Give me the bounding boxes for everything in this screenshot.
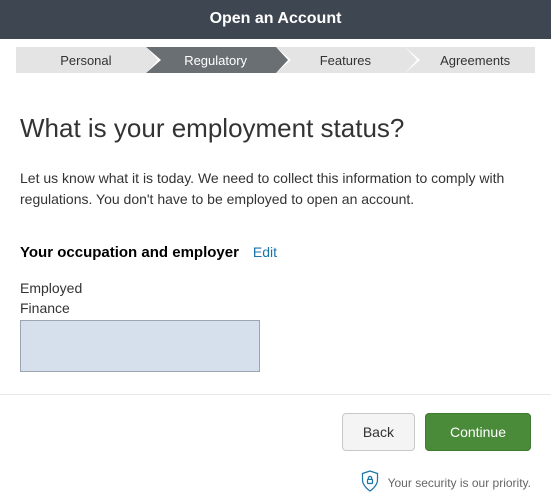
lock-shield-icon xyxy=(360,469,380,496)
continue-button[interactable]: Continue xyxy=(425,413,531,451)
employer-input[interactable] xyxy=(20,320,260,372)
step-label: Features xyxy=(320,53,371,68)
occupation-heading: Your occupation and employer xyxy=(20,244,239,261)
button-row: Back Continue xyxy=(20,413,531,451)
back-button[interactable]: Back xyxy=(342,413,415,451)
step-features[interactable]: Features xyxy=(276,47,406,73)
occupation-header-row: Your occupation and employer Edit xyxy=(20,244,531,261)
security-notice: Your security is our priority. xyxy=(20,469,531,496)
step-label: Personal xyxy=(60,53,111,68)
main-content: What is your employment status? Let us k… xyxy=(0,73,551,372)
security-text: Your security is our priority. xyxy=(388,476,531,490)
app-header: Open an Account xyxy=(0,0,551,39)
step-label: Regulatory xyxy=(184,53,247,68)
page-description: Let us know what it is today. We need to… xyxy=(20,168,531,210)
progress-steps: Personal Regulatory Features Agreements xyxy=(0,39,551,73)
page-title: What is your employment status? xyxy=(20,113,531,144)
step-personal[interactable]: Personal xyxy=(16,47,146,73)
employment-status-value: Employed xyxy=(20,279,531,299)
continue-button-label: Continue xyxy=(450,424,506,440)
step-label: Agreements xyxy=(440,53,510,68)
step-regulatory[interactable]: Regulatory xyxy=(146,47,276,73)
app-title: Open an Account xyxy=(210,10,342,27)
edit-link[interactable]: Edit xyxy=(253,244,277,260)
back-button-label: Back xyxy=(363,424,394,440)
step-agreements[interactable]: Agreements xyxy=(405,47,535,73)
industry-value: Finance xyxy=(20,299,531,319)
footer: Back Continue Your security is our prior… xyxy=(0,395,551,496)
